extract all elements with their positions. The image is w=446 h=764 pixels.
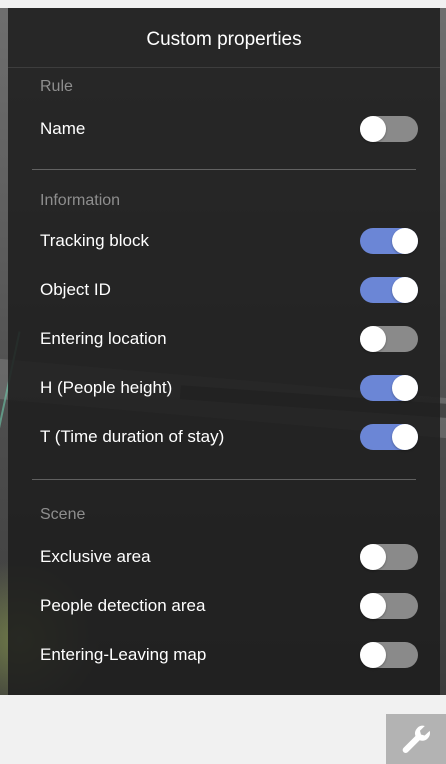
- section-label-information: Information: [40, 192, 121, 209]
- property-label: Entering-Leaving map: [40, 644, 207, 664]
- section-label-scene: Scene: [40, 506, 86, 523]
- property-row-entering-location: Entering location: [8, 314, 440, 363]
- wrench-icon: [402, 725, 430, 754]
- toggle-knob: [392, 227, 418, 254]
- property-row-exclusive-area: Exclusive area: [8, 532, 440, 581]
- section-label-rule: Rule: [40, 78, 73, 95]
- section-rule: Rule Name: [8, 68, 440, 153]
- property-label: People detection area: [40, 595, 206, 615]
- property-label: Name: [40, 118, 86, 138]
- toggle-knob: [392, 374, 418, 401]
- toggle-exclusive-area[interactable]: [360, 543, 418, 570]
- toggle-object-id[interactable]: [360, 276, 418, 303]
- toggle-knob: [360, 543, 386, 570]
- property-row-object-id: Object ID: [8, 265, 440, 314]
- toggle-knob: [360, 115, 386, 142]
- top-strip: [0, 0, 446, 8]
- toggle-knob: [360, 592, 386, 619]
- toggle-tracking-block[interactable]: [360, 227, 418, 254]
- settings-tool-button[interactable]: [386, 714, 446, 764]
- property-row-entering-leaving-map: Entering-Leaving map: [8, 630, 440, 679]
- toggle-knob: [360, 641, 386, 668]
- property-label: Tracking block: [40, 230, 149, 250]
- property-label: Object ID: [40, 279, 111, 299]
- toggle-entering-location[interactable]: [360, 325, 418, 352]
- custom-properties-panel: Custom properties Rule Name Information …: [8, 8, 440, 695]
- toggle-people-detection-area[interactable]: [360, 592, 418, 619]
- toggle-people-height[interactable]: [360, 374, 418, 401]
- toggle-time-duration[interactable]: [360, 423, 418, 450]
- toggle-name[interactable]: [360, 115, 418, 142]
- toggle-entering-leaving-map[interactable]: [360, 641, 418, 668]
- property-row-tracking-block: Tracking block: [8, 216, 440, 265]
- section-scene: Scene Exclusive area People detection ar…: [8, 480, 440, 679]
- property-label: Entering location: [40, 328, 167, 348]
- property-row-people-height: H (People height): [8, 363, 440, 412]
- toggle-knob: [392, 276, 418, 303]
- property-label: Exclusive area: [40, 546, 151, 566]
- property-row-time-duration: T (Time duration of stay): [8, 412, 440, 461]
- property-label: H (People height): [40, 377, 173, 397]
- toggle-knob: [392, 423, 418, 450]
- section-information: Information Tracking block Object ID Ent…: [8, 170, 440, 461]
- property-row-people-detection-area: People detection area: [8, 581, 440, 630]
- property-row-name: Name: [8, 104, 440, 153]
- panel-title: Custom properties: [8, 8, 440, 68]
- property-label: T (Time duration of stay): [40, 426, 225, 446]
- toggle-knob: [360, 325, 386, 352]
